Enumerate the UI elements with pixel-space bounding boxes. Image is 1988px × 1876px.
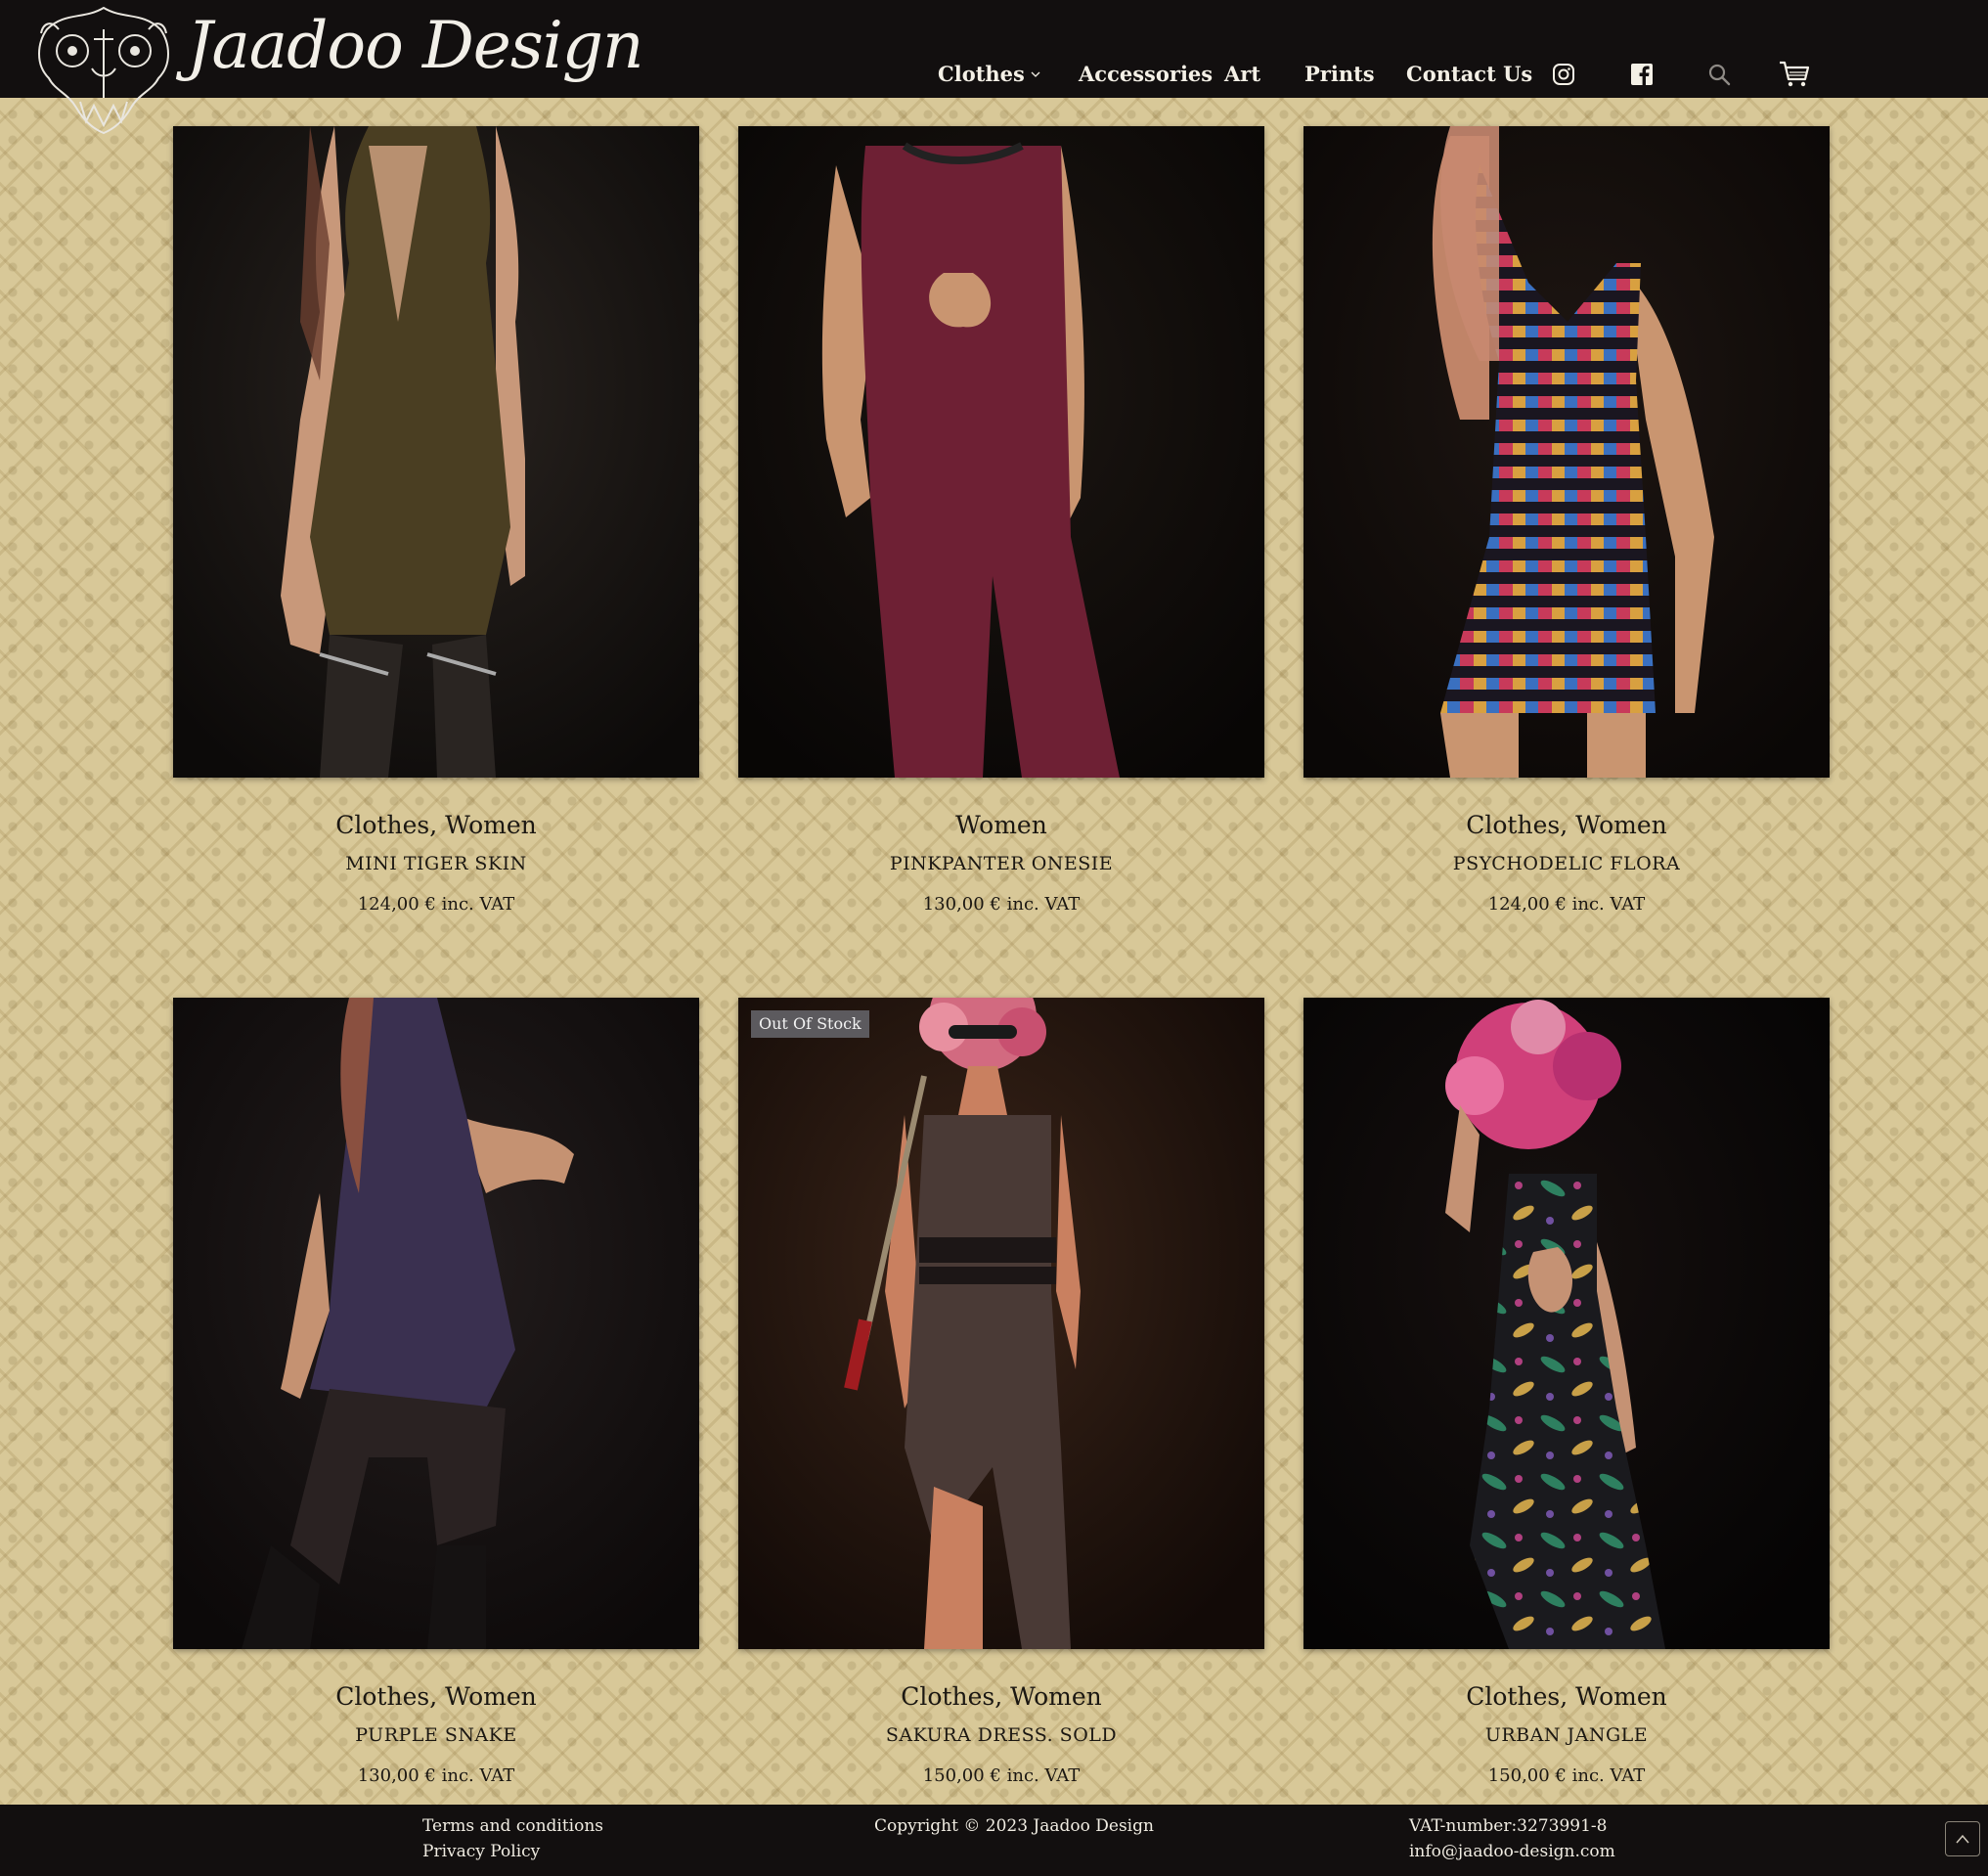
nav-item-label: Accessories	[1079, 62, 1214, 86]
product-image[interactable]	[173, 126, 699, 778]
product-image[interactable]	[1303, 998, 1830, 1649]
product-name[interactable]: PURPLE SNAKE	[173, 1724, 699, 1746]
product-image[interactable]: Out Of Stock	[738, 998, 1264, 1649]
terms-link[interactable]: Terms and conditions	[422, 1813, 603, 1839]
product-price: 150,00 € inc. VAT	[1487, 1765, 1646, 1786]
brand-name: Jaadoo Design	[187, 8, 644, 83]
email-link[interactable]: info@jaadoo-design.com	[1409, 1839, 1615, 1864]
product-category[interactable]: Clothes, Women	[173, 1682, 699, 1711]
nav-item-accessories[interactable]: Accessories	[1079, 57, 1213, 92]
nav-item-art[interactable]: Art	[1224, 57, 1260, 92]
footer-copyright: Copyright © 2023 Jaadoo Design	[874, 1813, 1154, 1839]
product-category[interactable]: Clothes, Women	[1303, 811, 1830, 839]
site-header: Jaadoo Design Clothes Accessories Art Pr…	[0, 0, 1988, 135]
product-category[interactable]: Women	[738, 811, 1264, 839]
product-price: 130,00 € inc. VAT	[922, 894, 1081, 915]
nav-item-label: Contact Us	[1406, 62, 1533, 86]
nav-item-contact-us[interactable]: Contact Us	[1406, 57, 1532, 92]
product-name[interactable]: URBAN JANGLE	[1303, 1724, 1830, 1746]
status-badge: Out Of Stock	[751, 1010, 869, 1038]
scroll-to-top-button[interactable]	[1945, 1821, 1980, 1856]
site-footer: Terms and conditions Privacy Policy Copy…	[0, 1805, 1988, 1876]
chevron-down-icon	[1031, 71, 1040, 77]
footer-links: Terms and conditions Privacy Policy	[422, 1813, 603, 1864]
product-image[interactable]	[1303, 126, 1830, 778]
chevron-up-icon	[1956, 1834, 1969, 1844]
product-card[interactable]: Clothes, Women PURPLE SNAKE 130,00 € inc…	[173, 998, 699, 1786]
vat-number: VAT-number:3273991-8	[1409, 1816, 1608, 1836]
product-price: 124,00 € inc. VAT	[357, 894, 515, 915]
product-price: 130,00 € inc. VAT	[357, 1765, 515, 1786]
product-card[interactable]: Clothes, Women MINI TIGER SKIN 124,00 € …	[173, 126, 699, 915]
search-icon[interactable]	[1701, 57, 1737, 92]
product-category[interactable]: Clothes, Women	[738, 1682, 1264, 1711]
cart-icon[interactable]	[1777, 57, 1812, 92]
logo-mark-icon	[38, 6, 169, 135]
facebook-icon[interactable]	[1624, 57, 1659, 92]
nav-item-label: Clothes	[938, 62, 1025, 86]
product-price: 150,00 € inc. VAT	[922, 1765, 1081, 1786]
product-name[interactable]: PSYCHODELIC FLORA	[1303, 853, 1830, 874]
footer-contact: VAT-number:3273991-8 info@jaadoo-design.…	[1409, 1813, 1615, 1864]
nav-item-label: Prints	[1304, 62, 1375, 86]
product-card[interactable]: Women PINKPANTER ONESIE 130,00 € inc. VA…	[738, 126, 1264, 915]
instagram-icon[interactable]	[1546, 57, 1581, 92]
product-name[interactable]: SAKURA DRESS. SOLD	[738, 1724, 1264, 1746]
nav-item-clothes[interactable]: Clothes	[938, 57, 1040, 92]
product-card[interactable]: Out Of Stock Clothes, Women SAKURA DRESS…	[738, 998, 1264, 1786]
copyright-text: Copyright © 2023 Jaadoo Design	[874, 1816, 1154, 1836]
site-logo[interactable]: Jaadoo Design	[25, 0, 644, 135]
product-category[interactable]: Clothes, Women	[173, 811, 699, 839]
product-name[interactable]: MINI TIGER SKIN	[173, 853, 699, 874]
product-category[interactable]: Clothes, Women	[1303, 1682, 1830, 1711]
product-card[interactable]: Clothes, Women URBAN JANGLE 150,00 € inc…	[1303, 998, 1830, 1786]
product-card[interactable]: Clothes, Women PSYCHODELIC FLORA 124,00 …	[1303, 126, 1830, 915]
product-image[interactable]	[738, 126, 1264, 778]
nav-item-prints[interactable]: Prints	[1304, 57, 1375, 92]
product-image[interactable]	[173, 998, 699, 1649]
privacy-link[interactable]: Privacy Policy	[422, 1839, 603, 1864]
product-price: 124,00 € inc. VAT	[1487, 894, 1646, 915]
nav-item-label: Art	[1224, 62, 1261, 86]
product-name[interactable]: PINKPANTER ONESIE	[738, 853, 1264, 874]
